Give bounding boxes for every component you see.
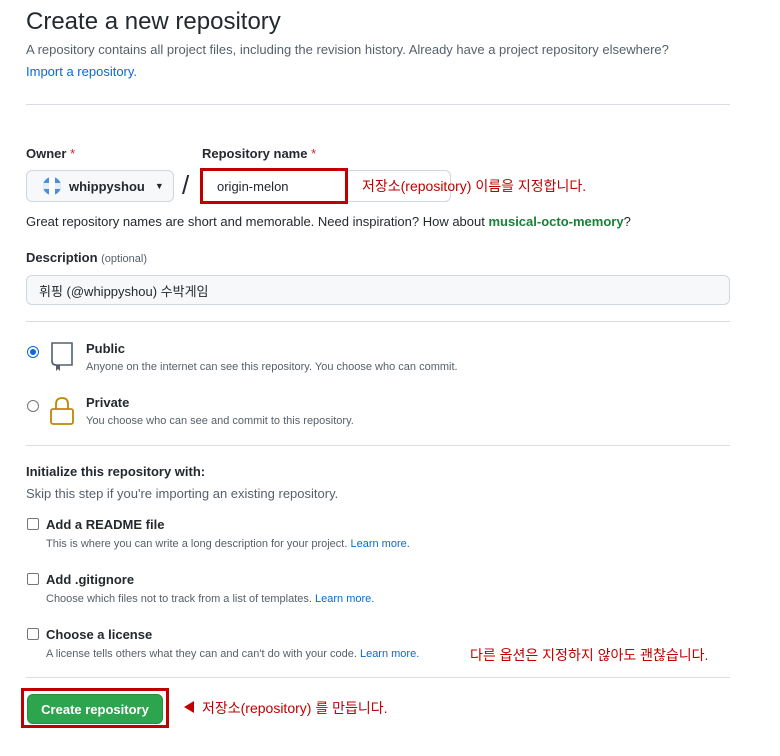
readme-title: Add a README file [46,517,165,532]
license-desc-text: A license tells others what they can and… [46,648,357,660]
owner-repo-separator: / [182,170,190,200]
public-title: Public [86,341,126,356]
annotation-create: 저장소(repository) 를 만듭니다. [202,700,388,716]
repo-name-label-text: Repository name [202,146,308,161]
owner-value: whippyshou [69,178,145,194]
gitignore-checkbox[interactable] [27,573,39,585]
license-desc: A license tells others what they can and… [46,648,419,660]
private-title: Private [86,395,130,410]
readme-checkbox[interactable] [27,518,39,530]
description-input[interactable] [26,275,730,305]
description-label: Description (optional) [26,250,147,265]
suggested-name-link[interactable]: musical-octo-memory [488,214,623,229]
gitignore-desc: Choose which files not to track from a l… [46,593,374,605]
license-learn-more-link[interactable]: Learn more. [360,648,419,660]
repo-name-required-mark: * [311,146,317,161]
import-repository-link[interactable]: Import a repository. [26,64,137,79]
private-radio[interactable] [27,400,39,412]
repo-name-hint: Great repository names are short and mem… [26,214,631,229]
private-desc: You choose who can see and commit to thi… [86,415,354,427]
readme-desc: This is where you can write a long descr… [46,538,410,550]
divider [26,321,730,322]
description-label-text: Description [26,250,98,265]
divider [26,677,730,678]
divider [26,104,730,105]
avatar [43,177,61,195]
create-repository-button[interactable]: Create repository [27,694,163,724]
readme-learn-more-link[interactable]: Learn more. [350,538,409,550]
repo-name-input[interactable] [200,168,348,204]
caret-down-icon: ▼ [154,181,164,191]
license-checkbox[interactable] [27,628,39,640]
owner-label-text: Owner [26,146,67,161]
gitignore-desc-text: Choose which files not to track from a l… [46,593,312,605]
annotation-repo-name: 저장소(repository) 이름을 지정합니다. [362,178,587,194]
init-subtitle: Skip this step if you're importing an ex… [26,486,339,501]
repo-name-label: Repository name * [202,146,316,161]
gitignore-title: Add .gitignore [46,572,135,587]
owner-select-button[interactable]: whippyshou ▼ [26,170,174,202]
lock-icon [48,395,76,432]
init-title: Initialize this repository with: [26,464,206,479]
public-desc: Anyone on the internet can see this repo… [86,361,458,373]
optional-tag: (optional) [101,253,147,265]
readme-desc-text: This is where you can write a long descr… [46,538,348,550]
public-radio[interactable] [27,346,39,358]
annotation-arrow-icon [184,701,194,713]
hint-text: Great repository names are short and mem… [26,214,489,229]
page-title: Create a new repository [26,8,281,35]
hint-end: ? [623,214,631,229]
owner-required-mark: * [70,146,76,161]
annotation-other-options: 다른 옵션은 지정하지 않아도 괜찮습니다. [470,647,709,663]
owner-label: Owner * [26,146,75,161]
license-title: Choose a license [46,627,153,642]
gitignore-learn-more-link[interactable]: Learn more. [315,593,374,605]
repo-icon [48,340,76,377]
page-subtitle: A repository contains all project files,… [26,42,669,57]
divider [26,445,730,446]
